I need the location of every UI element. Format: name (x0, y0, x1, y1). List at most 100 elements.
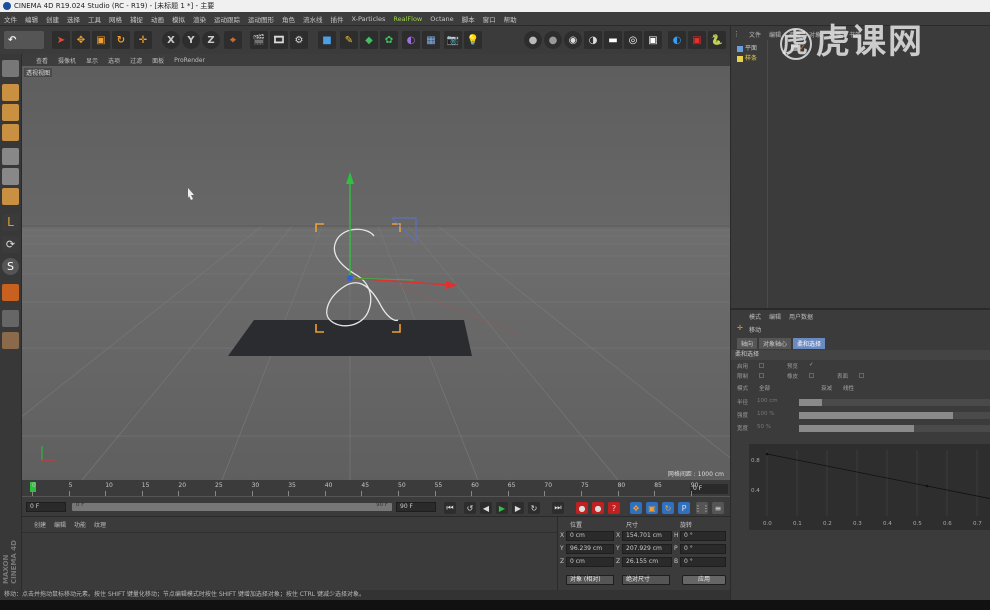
menu-item[interactable]: 网格 (109, 14, 122, 24)
size-mode-dropdown[interactable]: 绝对尺寸 (622, 575, 670, 585)
play-icon[interactable]: ▶ (496, 502, 508, 514)
attribute-tab[interactable]: 对象轴心 (759, 338, 792, 349)
locked-workplane-icon[interactable] (2, 332, 19, 349)
attribute-menu-item[interactable]: 编辑 (769, 312, 781, 321)
render-view-icon[interactable]: 🎬 (250, 31, 268, 49)
start-frame-field[interactable]: 0 F (26, 502, 66, 512)
menu-item[interactable]: 角色 (282, 14, 295, 24)
timeline-scrollbar[interactable]: 0 F 90 F (72, 502, 392, 511)
attribute-value[interactable]: 线性 (843, 384, 854, 392)
menu-item[interactable]: Octane (430, 15, 453, 23)
undo-button[interactable]: ↶ (4, 31, 44, 49)
falloff-curve-point[interactable] (925, 484, 929, 488)
last-tool-icon[interactable]: ✛ (134, 31, 152, 49)
attribute-tab[interactable]: 轴向 (737, 338, 758, 349)
menu-item[interactable]: 动画 (151, 14, 164, 24)
tweak-mode-icon[interactable]: ⟳ (2, 236, 19, 253)
previous-frame-icon[interactable]: ◀ (480, 502, 492, 514)
light-icon[interactable]: 💡 (464, 31, 482, 49)
rotate-tool-icon[interactable]: ↻ (112, 31, 130, 49)
points-mode-icon[interactable] (2, 148, 19, 165)
menu-item[interactable]: 选择 (67, 14, 80, 24)
viewport-menu-item[interactable]: 摄像机 (58, 56, 76, 65)
menu-item[interactable]: RealFlow (393, 15, 422, 23)
menu-item[interactable]: 脚本 (462, 14, 475, 24)
position-field[interactable]: 0 cm (566, 531, 614, 541)
subdivision-icon[interactable]: ◆ (360, 31, 378, 49)
scale-tool-icon[interactable]: ▣ (92, 31, 110, 49)
key-param-icon[interactable]: P (678, 502, 690, 514)
z-axis-lock-icon[interactable]: Z (202, 31, 220, 49)
go-to-start-icon[interactable]: ⏮ (444, 502, 456, 514)
object-list-item[interactable]: 样条 (737, 54, 767, 64)
manager-grip-icon[interactable]: ⋮ (733, 30, 743, 38)
viewport-menu-item[interactable]: ProRender (174, 57, 205, 64)
menu-item[interactable]: 帮助 (504, 14, 517, 24)
attribute-checkbox[interactable] (759, 373, 764, 378)
attribute-menu-item[interactable]: 用户数据 (789, 312, 813, 321)
viewport-scene[interactable] (22, 66, 730, 480)
position-field[interactable]: 0 cm (566, 557, 614, 567)
key-pla-icon[interactable]: ⋮⋮ (694, 502, 710, 514)
attribute-tab[interactable]: 柔和选择 (793, 338, 826, 349)
octane-icon[interactable]: ◐ (668, 31, 686, 49)
camera-icon[interactable]: 📷 (444, 31, 462, 49)
attribute-checkbox[interactable] (859, 373, 864, 378)
menu-item[interactable]: 运动图形 (248, 14, 274, 24)
texture-icon[interactable]: ▣ (644, 31, 662, 49)
move-tool-icon[interactable]: ✥ (72, 31, 90, 49)
cube-object-icon[interactable]: ■ (318, 31, 336, 49)
make-editable-icon[interactable] (2, 60, 19, 77)
falloff-graph[interactable]: 0.0 0.1 0.2 0.3 0.4 0.5 0.6 0.7 0.8 0.4 (749, 444, 990, 530)
auto-key-icon[interactable]: ● (592, 502, 604, 514)
render-settings-icon[interactable]: ⚙ (290, 31, 308, 49)
go-to-end-icon[interactable]: ⏭ (552, 502, 564, 514)
pen-spline-icon[interactable]: ✎ (340, 31, 358, 49)
key-selection-icon[interactable]: ? (608, 502, 620, 514)
menu-item[interactable]: 窗口 (483, 14, 496, 24)
viewport-menu-item[interactable]: 选项 (108, 56, 120, 65)
snap-icon[interactable]: S (2, 258, 19, 275)
shading-icon[interactable]: ◑ (584, 31, 602, 49)
menu-item[interactable]: 流水线 (303, 14, 323, 24)
size-field[interactable]: 26.155 cm (622, 557, 672, 567)
workplane-grid-icon[interactable] (2, 310, 19, 327)
previous-key-icon[interactable]: ↺ (464, 502, 476, 514)
size-field[interactable]: 154.701 cm (622, 531, 672, 541)
sphere-material-3-icon[interactable]: ◉ (564, 31, 582, 49)
apply-button[interactable]: 应用 (682, 575, 726, 585)
python-icon[interactable]: 🐍 (708, 31, 726, 49)
workplane-icon[interactable] (2, 124, 19, 141)
menu-item[interactable]: 运动跟踪 (214, 14, 240, 24)
next-frame-icon[interactable]: ▶ (512, 502, 524, 514)
axis-mode-icon[interactable]: L (2, 214, 19, 231)
rotation-field[interactable]: 0 ° (680, 531, 726, 541)
attribute-slider[interactable] (799, 399, 990, 406)
edges-mode-icon[interactable] (2, 168, 19, 185)
menu-item[interactable]: 创建 (46, 14, 59, 24)
cloner-icon[interactable]: ✿ (380, 31, 398, 49)
select-tool-icon[interactable]: ➤ (52, 31, 70, 49)
sphere-material-icon[interactable]: ● (524, 31, 542, 49)
falloff-curve-point[interactable] (765, 452, 769, 456)
menu-item[interactable]: 插件 (331, 14, 344, 24)
polygons-mode-icon[interactable] (2, 188, 19, 205)
key-scale-icon[interactable]: ▣ (646, 502, 658, 514)
menu-item[interactable]: 工具 (88, 14, 101, 24)
attribute-menu-item[interactable]: 模式 (749, 312, 761, 321)
end-frame-field[interactable]: 90 F (396, 502, 436, 512)
object-menu-item[interactable]: 文件 (749, 30, 761, 39)
next-key-icon[interactable]: ↻ (528, 502, 540, 514)
material-menu-item[interactable]: 编辑 (54, 520, 66, 529)
position-field[interactable]: 96.239 cm (566, 544, 614, 554)
key-position-icon[interactable]: ✥ (630, 502, 642, 514)
record-key-icon[interactable]: ● (576, 502, 588, 514)
material-menu-item[interactable]: 功能 (74, 520, 86, 529)
viewport-menu-item[interactable]: 过滤 (130, 56, 142, 65)
menu-item[interactable]: 捕捉 (130, 14, 143, 24)
size-field[interactable]: 207.929 cm (622, 544, 672, 554)
menu-item[interactable]: 渲染 (193, 14, 206, 24)
magnet-icon[interactable] (2, 284, 19, 301)
timeline-ruler[interactable]: 0 F 0 5 10 15 20 25 30 35 40 45 50 55 60 65 70 75 80 85 90 (22, 480, 730, 498)
model-mode-icon[interactable] (2, 84, 19, 101)
